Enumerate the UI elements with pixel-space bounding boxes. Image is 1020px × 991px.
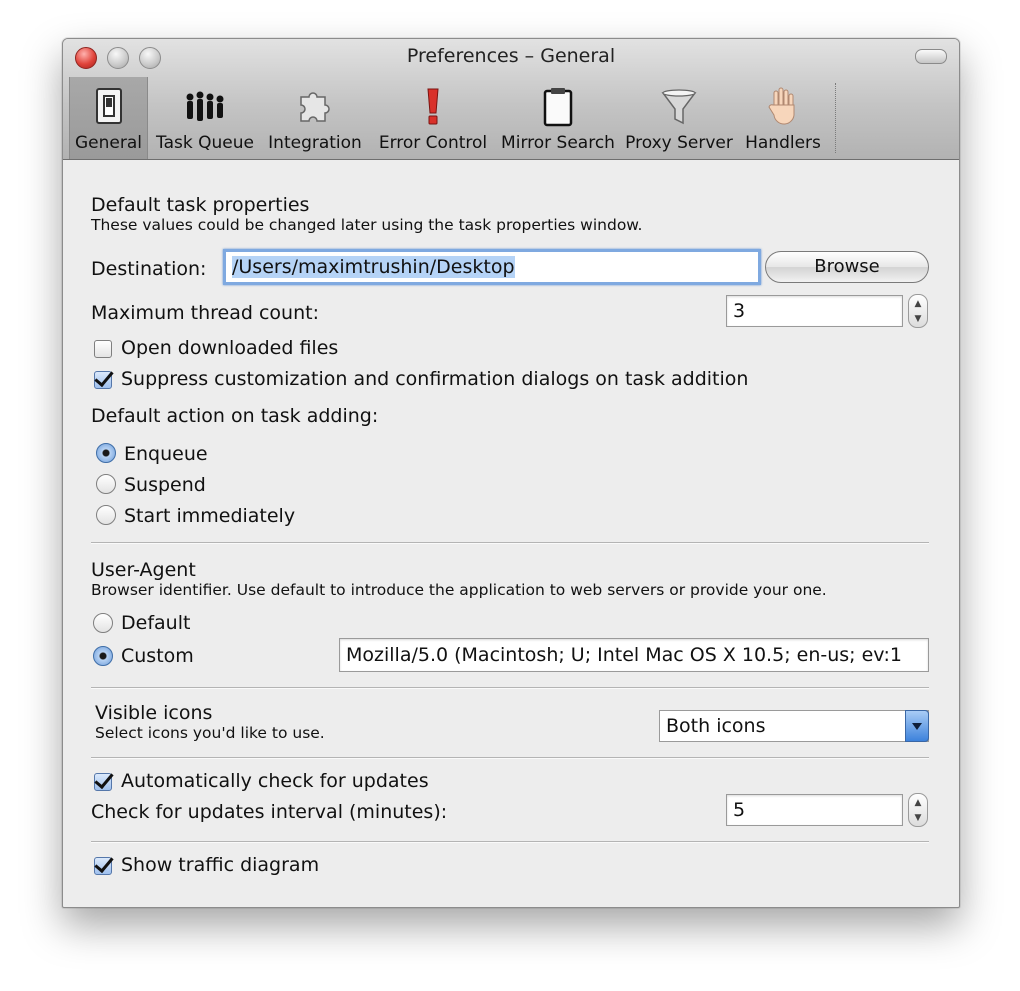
update-interval-label: Check for updates interval (minutes): [91,801,448,823]
hand-icon [768,87,795,125]
open-downloaded-label[interactable]: Open downloaded files [121,337,338,359]
show-traffic-checkbox[interactable] [94,857,112,875]
radio-user-agent-default-label[interactable]: Default [121,612,190,634]
auto-check-updates-checkbox[interactable] [94,773,112,791]
radio-enqueue[interactable] [96,443,116,463]
stepper-down-icon[interactable]: ▼ [909,315,927,324]
tab-mirror-search-label: Mirror Search [501,133,615,153]
tab-mirror-search[interactable]: Mirror Search [499,77,617,159]
tab-general[interactable]: General [69,77,148,159]
task-properties-description: These values could be changed later usin… [91,216,643,234]
stepper-up-icon[interactable]: ▲ [909,799,927,808]
user-agent-heading: User-Agent [91,559,196,581]
separator [91,757,929,759]
separator [91,542,929,544]
user-agent-field[interactable]: Mozilla/5.0 (Macintosh; U; Intel Mac OS … [339,638,929,672]
auto-check-updates-label[interactable]: Automatically check for updates [121,770,429,792]
destination-field[interactable]: /Users/maximtrushin/Desktop [223,249,761,285]
puzzle-icon [300,92,330,122]
visible-icons-description: Select icons you'd like to use. [95,724,325,742]
update-interval-field[interactable]: 5 [726,794,903,826]
stepper-down-icon[interactable]: ▼ [909,814,927,823]
radio-start-immediately-label[interactable]: Start immediately [124,505,295,527]
clipboard-icon [543,88,573,127]
radio-enqueue-label[interactable]: Enqueue [124,443,208,465]
suppress-dialogs-checkbox[interactable] [94,371,112,389]
destination-value: /Users/maximtrushin/Desktop [232,256,515,278]
visible-icons-heading: Visible icons [95,702,213,724]
update-interval-stepper[interactable]: ▲ ▼ [908,793,928,827]
exclamation-icon [427,88,439,125]
destination-label: Destination: [91,258,207,280]
thread-count-stepper[interactable]: ▲ ▼ [908,294,928,328]
toolbar-toggle-button[interactable] [915,49,947,64]
open-downloaded-checkbox[interactable] [94,340,112,358]
default-action-label: Default action on task adding: [91,405,379,427]
tab-integration-label: Integration [268,133,362,153]
radio-user-agent-default[interactable] [93,613,113,633]
separator [91,841,929,843]
tab-handlers-label: Handlers [745,133,821,153]
title-bar: Preferences – General General Task Queue… [63,39,959,160]
show-traffic-label[interactable]: Show traffic diagram [121,854,319,876]
radio-suspend-label[interactable]: Suspend [124,474,206,496]
separator [91,687,929,689]
tab-error-control-label: Error Control [378,133,488,153]
tab-proxy-server[interactable]: Proxy Server [625,77,733,159]
visible-icons-selected-value: Both icons [666,715,766,737]
browse-button[interactable]: Browse [765,251,929,283]
tab-proxy-server-label: Proxy Server [625,133,733,153]
tab-handlers[interactable]: Handlers [741,77,825,159]
tab-task-queue-label: Task Queue [156,133,254,153]
radio-start-immediately[interactable] [96,505,116,525]
radio-suspend[interactable] [96,474,116,494]
chevron-down-icon[interactable] [905,710,929,742]
tab-error-control[interactable]: Error Control [375,77,491,159]
thread-count-field[interactable]: 3 [726,295,903,327]
toolbar-separator [835,83,837,153]
tab-integration[interactable]: Integration [267,77,363,159]
general-pane: Default task properties These values cou… [63,160,959,907]
visible-icons-select[interactable]: Both icons [659,710,929,742]
radio-user-agent-custom-label[interactable]: Custom [121,645,194,667]
funnel-icon [661,89,697,125]
tab-task-queue[interactable]: Task Queue [153,77,257,159]
suppress-dialogs-label[interactable]: Suppress customization and confirmation … [121,368,748,390]
window-title: Preferences – General [406,45,616,67]
task-properties-heading: Default task properties [91,194,310,216]
user-agent-description: Browser identifier. Use default to intro… [91,581,827,599]
stepper-up-icon[interactable]: ▲ [909,300,927,309]
preferences-window: Preferences – General General Task Queue… [62,38,960,908]
switch-icon [95,88,122,124]
people-icon [186,91,224,121]
radio-user-agent-custom[interactable] [93,646,113,666]
thread-count-label: Maximum thread count: [91,302,319,324]
tab-general-label: General [75,133,142,153]
